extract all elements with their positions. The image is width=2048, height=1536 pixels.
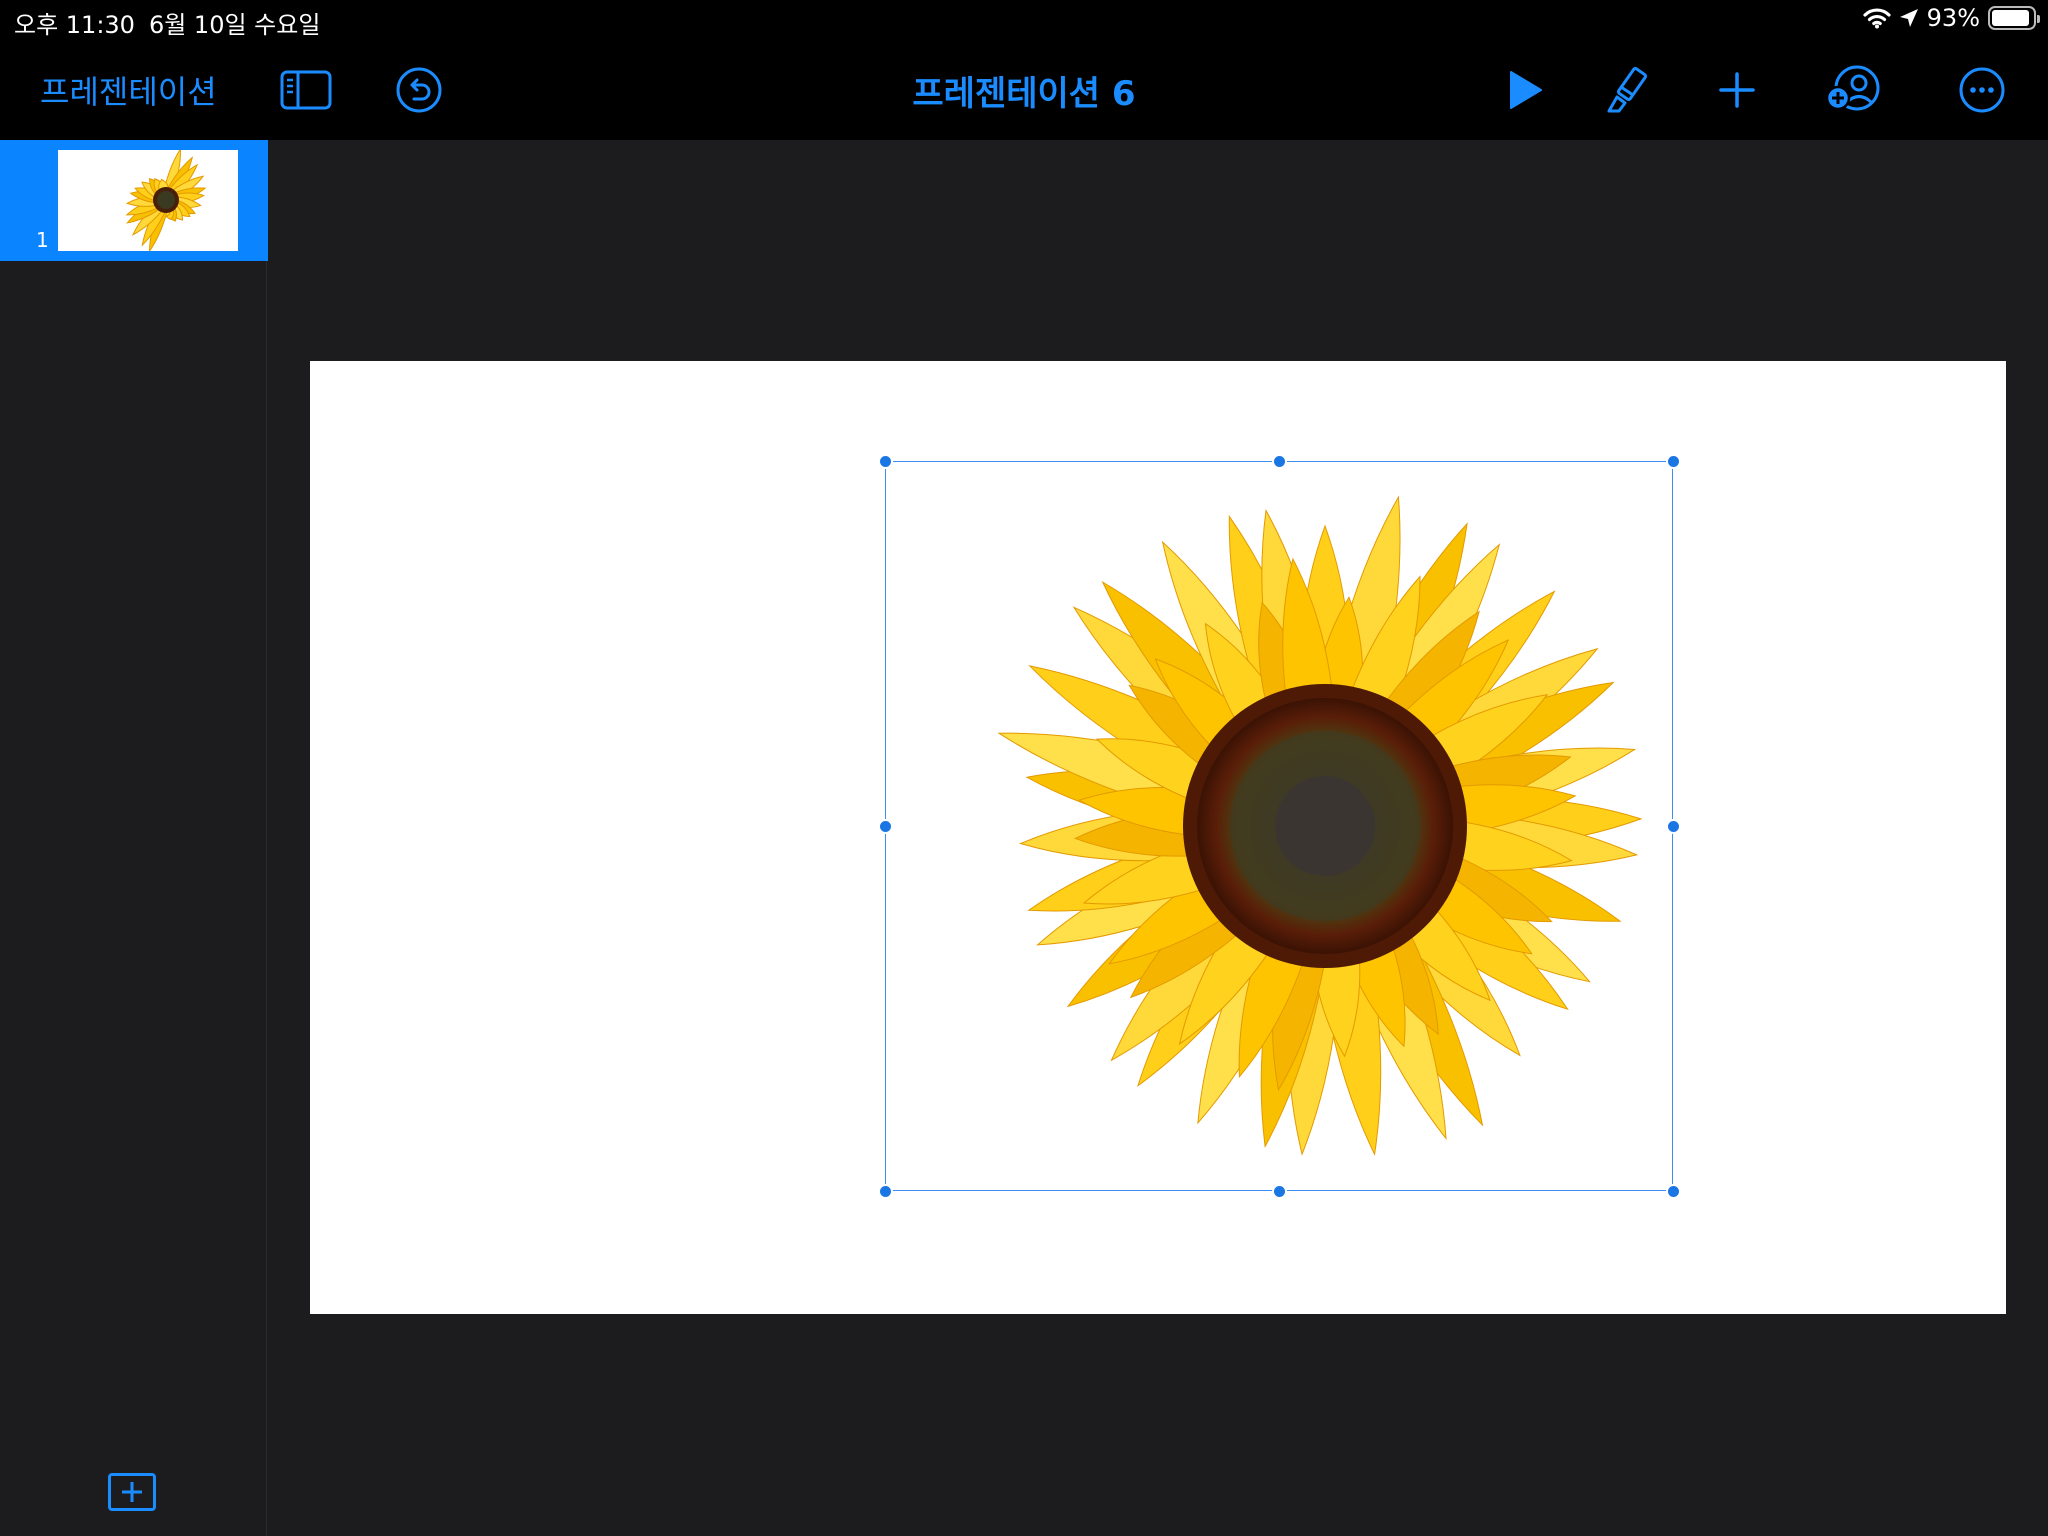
sidebar-toggle-icon [280,70,332,110]
add-slide-button[interactable] [108,1473,156,1511]
resize-handle-top[interactable] [1271,453,1287,469]
resize-handle-bottom[interactable] [1271,1183,1287,1199]
battery-icon [1988,6,2040,30]
battery-percent: 93% [1926,4,1980,32]
sunflower-image[interactable] [885,461,1673,1191]
status-time: 오후 11:30 [14,11,135,39]
plus-icon [1719,72,1755,108]
paintbrush-icon [1607,66,1648,113]
status-bar: 오후 11:30 6월 10일 수요일 93% [0,0,2048,40]
status-date: 6월 10일 수요일 [148,11,321,39]
document-title: 프레젠테이션 6 [912,73,1136,114]
undo-icon [396,67,442,113]
insert-button[interactable] [1712,40,1762,140]
status-left: 오후 11:30 6월 10일 수요일 [14,5,320,40]
resize-handle-top-left[interactable] [877,453,893,469]
location-arrow-icon [1899,9,1918,27]
status-right: 93% [1863,4,2040,32]
more-button[interactable] [1956,40,2008,140]
slide-thumbnail[interactable] [58,150,238,251]
battery-fill [1992,10,2030,26]
sunflower-image-graphic [997,495,1643,1156]
resize-handle-top-right[interactable] [1665,453,1681,469]
play-button[interactable] [1500,40,1550,140]
collaborate-icon [1825,65,1880,111]
more-icon [1959,67,2005,113]
plus-icon [122,1482,142,1502]
undo-button[interactable] [394,40,444,140]
resize-handle-right[interactable] [1665,818,1681,834]
collaborate-button[interactable] [1824,40,1884,140]
resize-handle-left[interactable] [877,818,893,834]
format-button[interactable] [1604,40,1654,140]
slide-canvas[interactable] [310,361,2006,1314]
wifi-icon [1863,8,1891,29]
back-to-presentations-button[interactable]: 프레젠테이션 [40,40,217,140]
slide-number: 1 [36,228,49,252]
play-icon [1510,71,1542,109]
back-label: 프레젠테이션 [40,73,217,111]
slide-navigator: 1 [0,140,268,1536]
sidebar-toggle-button[interactable] [276,40,336,140]
sunflower-thumbnail-image [125,150,207,251]
document-title-button[interactable]: 프레젠테이션 6 [824,40,1224,140]
toolbar: 프레젠테이션 프레젠테이션 6 [0,40,2048,140]
slide-thumbnail-row-1[interactable]: 1 [0,140,268,261]
resize-handle-bottom-left[interactable] [877,1183,893,1199]
resize-handle-bottom-right[interactable] [1665,1183,1681,1199]
